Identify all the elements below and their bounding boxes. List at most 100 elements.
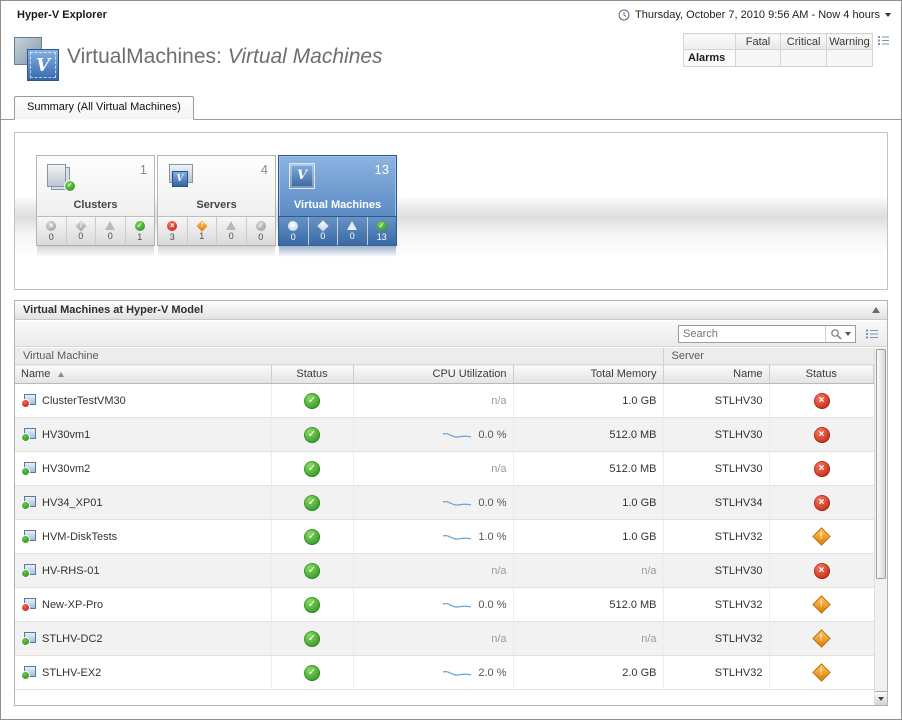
server-name-cell: STLHV30: [663, 418, 769, 452]
vm-status-icon: [304, 461, 320, 477]
vm-panel: Virtual Machines at Hyper-V Model: [14, 300, 888, 706]
search-box: [678, 325, 856, 343]
tile-count: 4: [261, 162, 268, 177]
vm-icon: [21, 394, 36, 408]
scrollbar-thumb[interactable]: [876, 349, 886, 579]
column-header-total-memory[interactable]: Total Memory: [513, 365, 663, 384]
table-row[interactable]: HV30vm2 n/a: [15, 452, 874, 486]
memory-cell: 512.0 MB: [513, 588, 663, 622]
alarms-blank-header: [684, 34, 736, 50]
cpu-value: 1.0 %: [478, 531, 506, 543]
summary-tile[interactable]: 13 Virtual Machines 0 0: [278, 155, 397, 246]
vm-table-wrap: Virtual Machine Server Name Status CPU U…: [15, 348, 874, 705]
cpu-value: n/a: [491, 463, 506, 475]
tile-status-critical: 1: [188, 217, 218, 245]
panel-toolbar: [15, 321, 887, 347]
vm-name: STLHV-EX2: [42, 667, 101, 679]
vm-name: HV34_XP01: [42, 497, 103, 509]
table-row[interactable]: New-XP-Pro 0: [15, 588, 874, 622]
clock-icon: [618, 9, 630, 21]
sort-ascending-icon: [58, 372, 64, 377]
vm-icon: [21, 666, 36, 680]
tile-status-normal: 0: [247, 217, 276, 245]
scroll-down-button[interactable]: [875, 691, 887, 705]
server-status-cell: [769, 588, 874, 622]
vm-status-cell: [271, 452, 353, 486]
fatal-count: 0: [49, 233, 54, 242]
cpu-cell: 2.0 %: [353, 656, 513, 690]
server-status-cell: [769, 452, 874, 486]
memory-cell: 1.0 GB: [513, 384, 663, 418]
list-icon: [866, 329, 878, 339]
table-row[interactable]: ClusterTestVM30: [15, 384, 874, 418]
tile-label: Clusters: [37, 197, 154, 216]
collapse-panel-button[interactable]: [872, 307, 880, 313]
vm-table: Virtual Machine Server Name Status CPU U…: [15, 348, 874, 690]
tile-status-fatal: 0: [279, 217, 309, 245]
vertical-scrollbar[interactable]: [874, 348, 887, 705]
server-status-icon: [814, 427, 830, 443]
vm-name: New-XP-Pro: [42, 599, 103, 611]
alarms-col-warning: Warning: [826, 34, 872, 50]
memory-cell: 1.0 GB: [513, 486, 663, 520]
column-header-cpu-utilization[interactable]: CPU Utilization: [353, 365, 513, 384]
table-row[interactable]: HV-RHS-01 n/: [15, 554, 874, 588]
tile-label: Virtual Machines: [279, 197, 396, 216]
tile-status-warning: 0: [96, 217, 126, 245]
column-header-server-status[interactable]: Status: [769, 365, 874, 384]
vm-status-cell: [271, 554, 353, 588]
app-title: Hyper-V Explorer: [17, 9, 107, 21]
cpu-value: 0.0 %: [478, 599, 506, 611]
fatal-count: 0: [291, 233, 296, 242]
table-row[interactable]: HV34_XP01 0.: [15, 486, 874, 520]
memory-cell: 1.0 GB: [513, 520, 663, 554]
table-row[interactable]: STLHV-EX2 2.: [15, 656, 874, 690]
vm-status-icon: [304, 529, 320, 545]
table-menu-button[interactable]: [864, 327, 880, 341]
alarms-row-label: Alarms: [684, 50, 736, 67]
memory-cell: 512.0 MB: [513, 452, 663, 486]
critical-count: 0: [78, 232, 83, 241]
table-row[interactable]: HV30vm1 0.0: [15, 418, 874, 452]
search-button[interactable]: [825, 326, 855, 342]
search-input[interactable]: [679, 328, 825, 340]
fatal-icon: [46, 221, 56, 231]
column-header-status[interactable]: Status: [271, 365, 353, 384]
time-range-control[interactable]: Thursday, October 7, 2010 9:56 AM - Now …: [618, 9, 891, 21]
cpu-cell: n/a: [353, 384, 513, 418]
warning-icon: [347, 221, 357, 230]
server-status-icon: [814, 563, 830, 579]
server-status-icon: [814, 597, 830, 613]
normal-icon: [377, 221, 387, 231]
server-name-cell: STLHV30: [663, 554, 769, 588]
server-name-cell: STLHV34: [663, 486, 769, 520]
cpu-cell: 1.0 %: [353, 520, 513, 554]
table-row[interactable]: STLHV-DC2 n/: [15, 622, 874, 656]
server-status-cell: [769, 384, 874, 418]
server-status-icon: [814, 495, 830, 511]
normal-icon: [256, 221, 266, 231]
vm-name-cell: HV30vm1: [15, 418, 271, 452]
summary-tile[interactable]: 1 Clusters 0 0 0: [36, 155, 155, 246]
memory-cell: 2.0 GB: [513, 656, 663, 690]
column-header-server-name[interactable]: Name: [663, 365, 769, 384]
critical-icon: [75, 220, 86, 231]
vm-status-cell: [271, 656, 353, 690]
tab-strip: Summary (All Virtual Machines): [1, 97, 901, 120]
tab-summary-all-virtual-machines[interactable]: Summary (All Virtual Machines): [14, 96, 194, 120]
column-header-name[interactable]: Name: [15, 365, 271, 384]
table-row[interactable]: HVM-DiskTests: [15, 520, 874, 554]
summary-tile[interactable]: 4 Servers 3 1 0: [157, 155, 276, 246]
server-name-cell: STLHV32: [663, 622, 769, 656]
memory-cell: 512.0 MB: [513, 418, 663, 452]
time-caret-icon: [885, 13, 891, 17]
warning-count: 0: [229, 232, 234, 241]
cpu-value: 2.0 %: [478, 667, 506, 679]
alarms-options-icon[interactable]: [878, 35, 889, 48]
panel-title: Virtual Machines at Hyper-V Model: [15, 301, 887, 320]
server-name-cell: STLHV32: [663, 656, 769, 690]
vm-status-cell: [271, 486, 353, 520]
tile-status-normal: 13: [368, 217, 397, 245]
vm-name: ClusterTestVM30: [42, 395, 126, 407]
cpu-value: n/a: [491, 565, 506, 577]
